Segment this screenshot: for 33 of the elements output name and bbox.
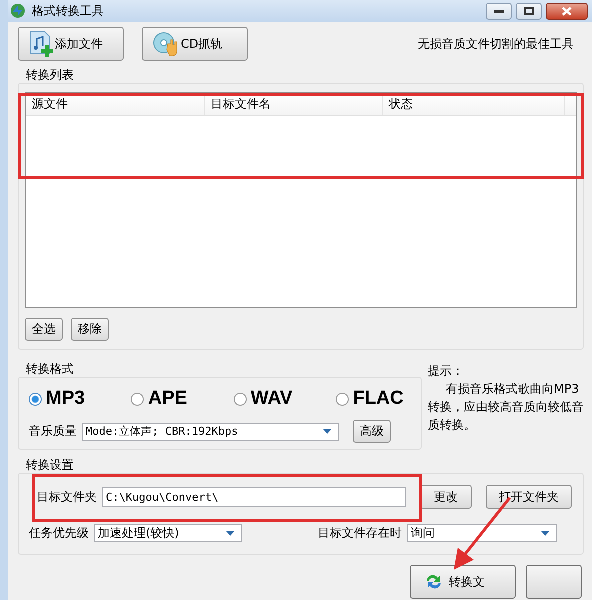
format-label[interactable]: FLAC	[353, 388, 404, 410]
button[interactable]: 移除	[71, 318, 109, 341]
format-radio[interactable]: APE	[131, 388, 234, 410]
column-header[interactable]: 源文件	[26, 93, 205, 115]
hint-title: 提示：	[428, 363, 465, 380]
tagline: 无损音质文件切割的最佳工具	[418, 36, 574, 52]
hint-text: 有损音乐格式歌曲向MP3转换，应由较高音质向较低音质转换。	[428, 381, 584, 434]
field-label: 音乐质量	[29, 423, 77, 440]
add-file-button[interactable]: 添加文件	[18, 27, 124, 61]
advanced-button[interactable]: 高级	[353, 420, 391, 443]
convert-button[interactable]: 转换文	[410, 565, 516, 599]
change-button[interactable]: 更改	[420, 485, 472, 509]
format-radio[interactable]: WAV	[234, 388, 336, 410]
format-radio[interactable]: MP3	[29, 388, 132, 410]
column-header[interactable]: 状态	[383, 93, 565, 115]
folder-field[interactable]: C:\Kugou\Convert\	[102, 487, 406, 507]
group-title: 转换设置	[25, 458, 75, 473]
format-label[interactable]: WAV	[250, 388, 293, 410]
dropdown[interactable]: Mode:立体声; CBR:192Kbps	[82, 422, 339, 440]
button[interactable]: 全选	[25, 318, 63, 341]
group-title: 转换格式	[25, 362, 75, 377]
format-radio[interactable]: FLAC	[336, 388, 415, 410]
dropdown[interactable]: 加速处理(较快)	[94, 524, 242, 542]
cd-rip-button[interactable]: CD抓轨	[142, 27, 248, 61]
column-header[interactable]: 目标文件名	[205, 93, 383, 115]
format-label[interactable]: MP3	[46, 388, 86, 410]
field-label: 目标文件夹	[37, 488, 97, 506]
window-title: 格式转换工具	[32, 2, 104, 20]
group-title: 转换列表	[25, 68, 75, 83]
field-label: 目标文件存在时	[318, 524, 402, 542]
format-label[interactable]: APE	[148, 388, 188, 410]
dropdown[interactable]: 询问	[407, 524, 557, 542]
field-label: 任务优先级	[29, 524, 89, 542]
